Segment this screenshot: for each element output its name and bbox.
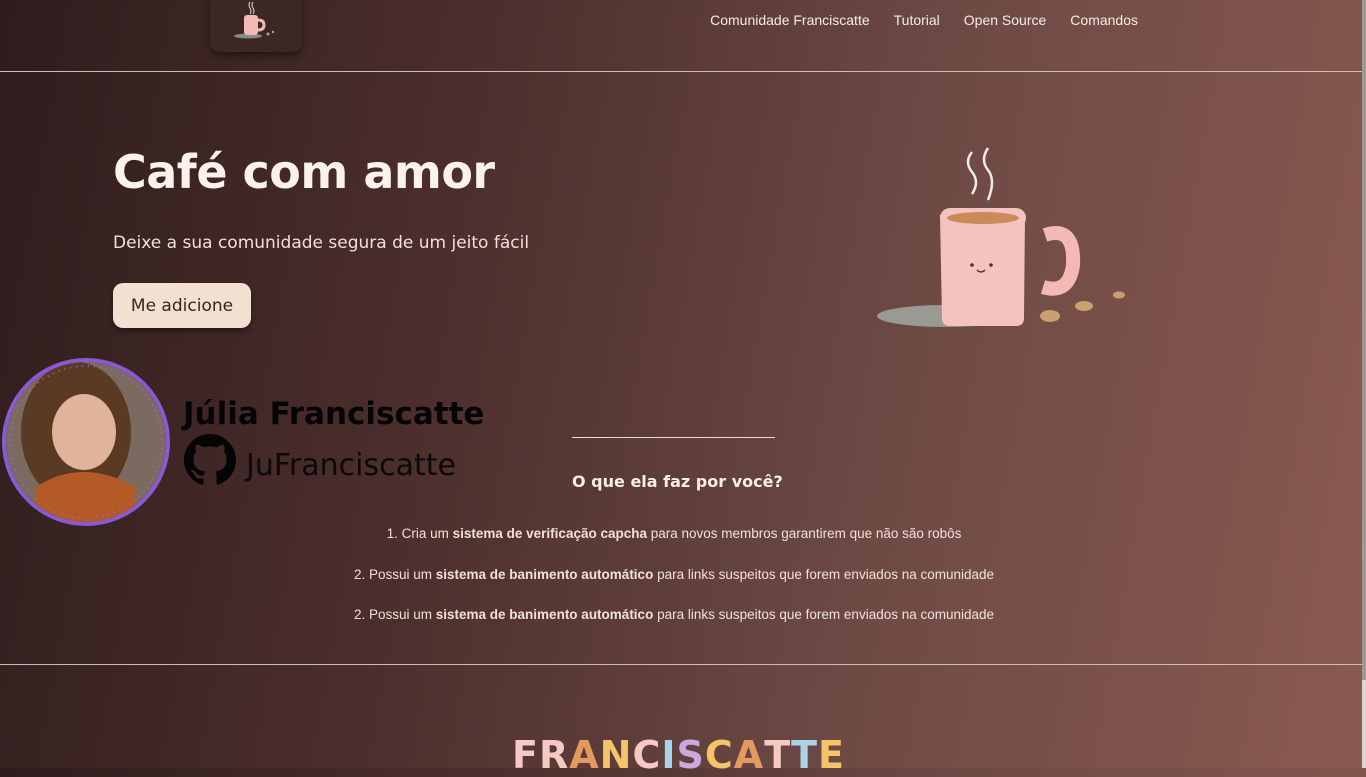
- brand-letter: R: [538, 733, 570, 777]
- brand-letter: E: [818, 733, 845, 777]
- hero-title: Café com amor: [113, 145, 495, 199]
- header: Comunidade Franciscatte Tutorial Open So…: [0, 0, 1362, 72]
- feature-item: 2. Possui um sistema de banimento automá…: [353, 567, 995, 582]
- brand-letter: S: [676, 733, 705, 777]
- section-divider: [572, 437, 775, 438]
- profile-name: Júlia Franciscatte: [183, 396, 485, 432]
- brand-letter: F: [512, 733, 539, 777]
- nav-open-source[interactable]: Open Source: [964, 12, 1047, 28]
- feature-item: 2. Possui um sistema de banimento automá…: [353, 607, 995, 622]
- brand-letter: I: [661, 733, 677, 777]
- brand-letter: A: [733, 733, 765, 777]
- github-icon[interactable]: [184, 434, 236, 486]
- brand-letter: T: [791, 733, 819, 777]
- nav-comandos[interactable]: Comandos: [1070, 12, 1138, 28]
- brand-letter: N: [599, 733, 633, 777]
- nav-comunidade[interactable]: Comunidade Franciscatte: [710, 12, 870, 28]
- brand-letter: C: [704, 733, 734, 777]
- main-nav: Comunidade Franciscatte Tutorial Open So…: [710, 12, 1138, 28]
- logo[interactable]: [210, 0, 302, 52]
- feature-item: 1. Cria um sistema de verificação capcha…: [386, 526, 962, 541]
- coffee-cup-logo-icon: [234, 1, 275, 39]
- brand-letter: A: [569, 733, 600, 777]
- hero-subtitle: Deixe a sua comunidade segura de um jeit…: [113, 233, 530, 253]
- page-divider: [0, 664, 1362, 665]
- add-bot-button[interactable]: Me adicione: [113, 283, 251, 328]
- avatar-photo-icon: [6, 362, 166, 522]
- features-title: O que ela faz por você?: [572, 472, 783, 491]
- nav-tutorial[interactable]: Tutorial: [894, 12, 940, 28]
- profile-handle[interactable]: JuFranciscatte: [246, 448, 456, 483]
- profile-avatar: [2, 358, 170, 526]
- brand-letter: T: [764, 733, 792, 777]
- brand-letter: C: [632, 733, 662, 777]
- mug-illustration-icon: [877, 147, 1125, 327]
- scrollbar-thumb[interactable]: [1362, 0, 1366, 680]
- brand-wordmark: FRANCISCATTE: [512, 733, 845, 777]
- scrollbar[interactable]: [1362, 0, 1366, 768]
